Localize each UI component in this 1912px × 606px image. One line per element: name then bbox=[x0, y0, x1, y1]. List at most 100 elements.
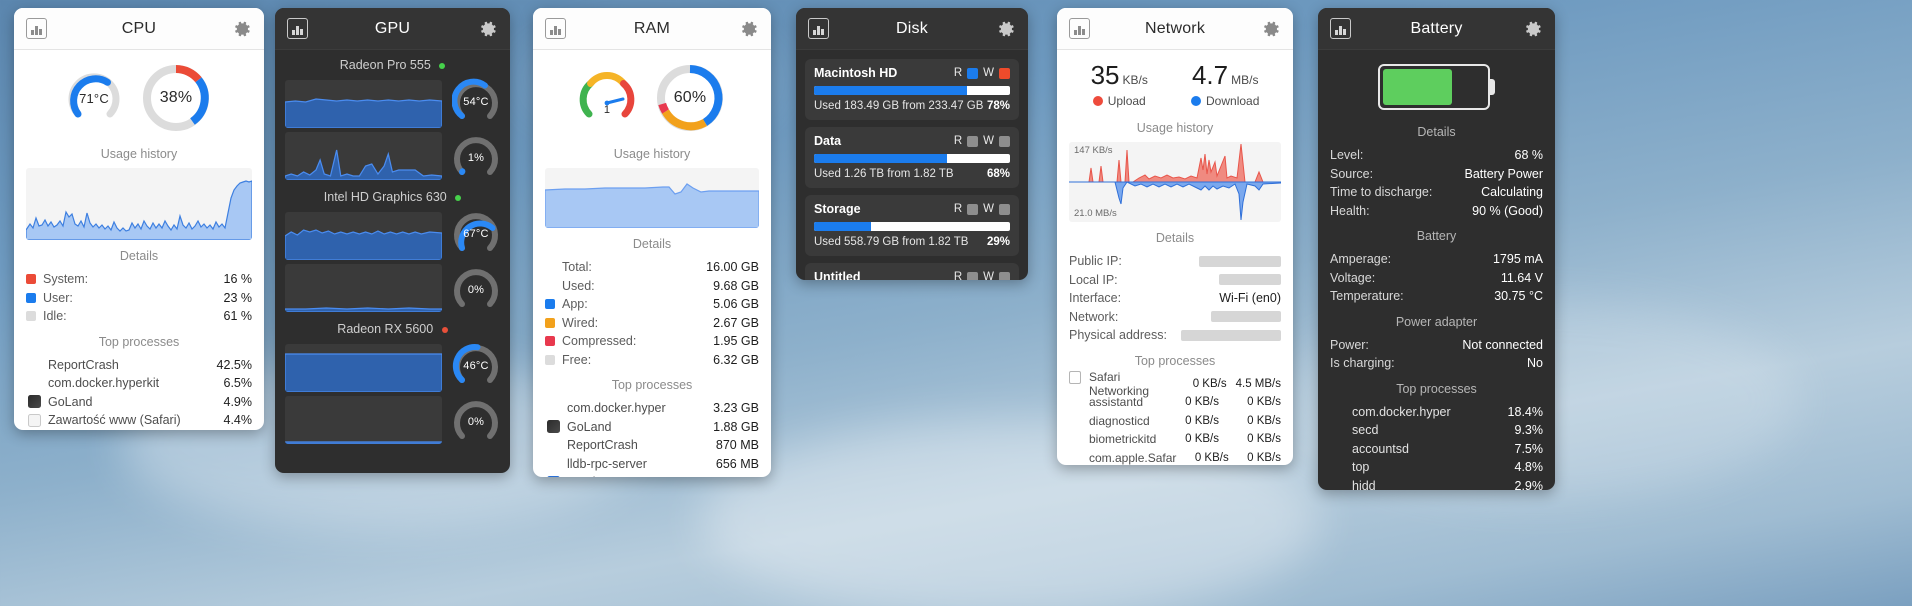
legend-swatch bbox=[545, 354, 555, 365]
disk-usage-bar bbox=[814, 154, 1010, 163]
list-item: GoLand 1.88 GB bbox=[545, 418, 759, 437]
write-indicator-icon bbox=[999, 67, 1010, 79]
cpu-body: 71°C 38% Usage history Details System: 1… bbox=[14, 50, 264, 430]
ram-body: 1 60% Usage history Details Total: 16.00… bbox=[533, 50, 771, 477]
cpu-temperature-value: 71°C bbox=[79, 90, 109, 106]
list-item: Xcode 611 MB bbox=[545, 473, 759, 477]
gear-icon[interactable] bbox=[478, 19, 498, 39]
redacted-value bbox=[1181, 329, 1281, 341]
disk-rw-indicator: R W bbox=[954, 203, 1010, 215]
page-title: GPU bbox=[374, 19, 411, 37]
disk-usage-label: Used 183.49 GB from 233.47 GB bbox=[814, 100, 984, 112]
disk-volume-card[interactable]: Untitled R W Used 111.76 GB from 128.00 … bbox=[805, 263, 1019, 280]
read-label: R bbox=[953, 203, 963, 215]
detail-value: 30.75 °C bbox=[1494, 289, 1543, 304]
app-icon bbox=[1069, 370, 1081, 384]
download-stat: 4.7 MB/s Download bbox=[1191, 60, 1259, 108]
detail-value: 11.64 V bbox=[1500, 270, 1543, 285]
xcode-app-icon bbox=[547, 475, 560, 477]
list-item: hidd 2.9% bbox=[1330, 477, 1544, 490]
chart-icon[interactable] bbox=[26, 18, 47, 39]
gpu-usage-graph bbox=[285, 396, 442, 444]
chart-icon[interactable] bbox=[1330, 18, 1351, 39]
process-name: accountsd bbox=[1352, 441, 1409, 456]
process-value: 611 MB bbox=[717, 475, 759, 477]
process-name: hidd bbox=[1352, 478, 1376, 490]
detail-label: User: bbox=[43, 290, 73, 305]
disk-usage-bar bbox=[814, 86, 1010, 95]
gpu-gauges: 67°C 0% bbox=[452, 210, 500, 314]
disk-usage-percent: 78% bbox=[986, 100, 1010, 112]
detail-label: Health: bbox=[1330, 203, 1370, 218]
detail-label: Total: bbox=[562, 260, 592, 275]
disk-usage-bar bbox=[814, 222, 1010, 231]
redacted-value bbox=[1199, 255, 1281, 267]
gear-icon[interactable] bbox=[1261, 19, 1281, 39]
disk-usage-label: Used 1.26 TB from 1.82 TB bbox=[814, 168, 954, 180]
chart-icon[interactable] bbox=[808, 18, 829, 39]
gpu-card: 46°C 0% bbox=[285, 342, 500, 446]
process-download: 0 KB/s bbox=[1247, 451, 1281, 464]
disk-volume-header: Storage R W bbox=[814, 202, 1010, 216]
panel-cpu: CPU 71°C 38% Usage history Details Syste… bbox=[14, 8, 264, 430]
process-upload: 0 KB/s bbox=[1192, 377, 1227, 390]
list-item: com.docker.hyper 18.4% bbox=[1330, 403, 1543, 422]
gpu-name-text: Intel HD Graphics 630 bbox=[323, 190, 447, 204]
download-number: 4.7 bbox=[1191, 60, 1229, 90]
process-name: com.docker.hyper bbox=[567, 401, 666, 416]
panel-disk: Disk Macintosh HD R W Used 183.49 GB fro… bbox=[796, 8, 1028, 280]
disk-volume-name: Data bbox=[814, 134, 842, 148]
gpu-name-text: Radeon Pro 555 bbox=[339, 58, 431, 72]
ram-top-processes-label: Top processes bbox=[611, 378, 693, 392]
list-item: Safari Networking 0 KB/s 4.5 MB/s bbox=[1069, 370, 1281, 398]
redacted-value bbox=[1211, 311, 1281, 323]
list-item: secd 9.3% bbox=[1330, 421, 1543, 440]
network-usage-history-graph: 147 KB/s 21.0 MB/s bbox=[1069, 142, 1281, 222]
detail-value: Wi-Fi (en0) bbox=[1219, 291, 1281, 306]
detail-row: Health: 90 % (Good) bbox=[1330, 202, 1543, 221]
disk-body: Macintosh HD R W Used 183.49 GB from 233… bbox=[796, 50, 1028, 280]
process-value: 4.4% bbox=[223, 413, 253, 428]
legend-swatch bbox=[26, 292, 36, 303]
chart-icon[interactable] bbox=[1069, 18, 1090, 39]
process-value: 1.88 GB bbox=[713, 419, 759, 434]
status-dot-icon bbox=[439, 62, 446, 69]
disk-volume-header: Macintosh HD R W bbox=[814, 66, 1010, 80]
gpu-gauges: 46°C 0% bbox=[452, 342, 500, 446]
gpu-body: Radeon Pro 555 54°C 1% Intel HD Graphics… bbox=[275, 58, 510, 454]
cpu-top-processes-label: Top processes bbox=[98, 334, 180, 349]
detail-value: Not connected bbox=[1462, 337, 1543, 352]
gpu-temperature-value: 46°C bbox=[463, 360, 489, 372]
process-name: secd bbox=[1352, 423, 1379, 438]
disk-rw-indicator: R W bbox=[954, 67, 1010, 79]
read-label: R bbox=[953, 135, 963, 147]
detail-label: Wired: bbox=[562, 315, 599, 330]
detail-value: 90 % (Good) bbox=[1472, 203, 1543, 218]
detail-value: 68 % bbox=[1514, 148, 1544, 163]
download-value: 4.7 MB/s bbox=[1191, 60, 1259, 91]
detail-row: Idle: 61 % bbox=[26, 307, 252, 326]
download-label-row: Download bbox=[1191, 94, 1259, 108]
read-indicator-icon bbox=[967, 135, 979, 147]
write-label: W bbox=[983, 271, 994, 280]
process-download: 0 KB/s bbox=[1247, 396, 1281, 409]
disk-volume-card[interactable]: Storage R W Used 558.79 GB from 1.82 TB … bbox=[805, 195, 1019, 256]
detail-row: Power: Not connected bbox=[1330, 336, 1543, 355]
gear-icon[interactable] bbox=[996, 19, 1016, 39]
power-adapter-label: Power adapter bbox=[1395, 314, 1478, 329]
gear-icon[interactable] bbox=[232, 19, 252, 39]
battery-section-label: Battery bbox=[1416, 229, 1457, 243]
gpu-usage-graph bbox=[285, 132, 442, 180]
process-value: 2.9% bbox=[1514, 478, 1544, 490]
gear-icon[interactable] bbox=[739, 19, 759, 39]
download-label: Download bbox=[1206, 94, 1260, 108]
gear-icon[interactable] bbox=[1523, 19, 1543, 39]
page-title: CPU bbox=[121, 19, 157, 37]
disk-volume-card[interactable]: Data R W Used 1.26 TB from 1.82 TB 68% bbox=[805, 127, 1019, 188]
chart-icon[interactable] bbox=[545, 18, 566, 39]
battery-cap-icon bbox=[1490, 79, 1495, 95]
chart-icon[interactable] bbox=[287, 18, 308, 39]
detail-value: 6.32 GB bbox=[713, 352, 759, 367]
disk-volume-card[interactable]: Macintosh HD R W Used 183.49 GB from 233… bbox=[805, 59, 1019, 120]
disk-titlebar: Disk bbox=[796, 8, 1028, 50]
